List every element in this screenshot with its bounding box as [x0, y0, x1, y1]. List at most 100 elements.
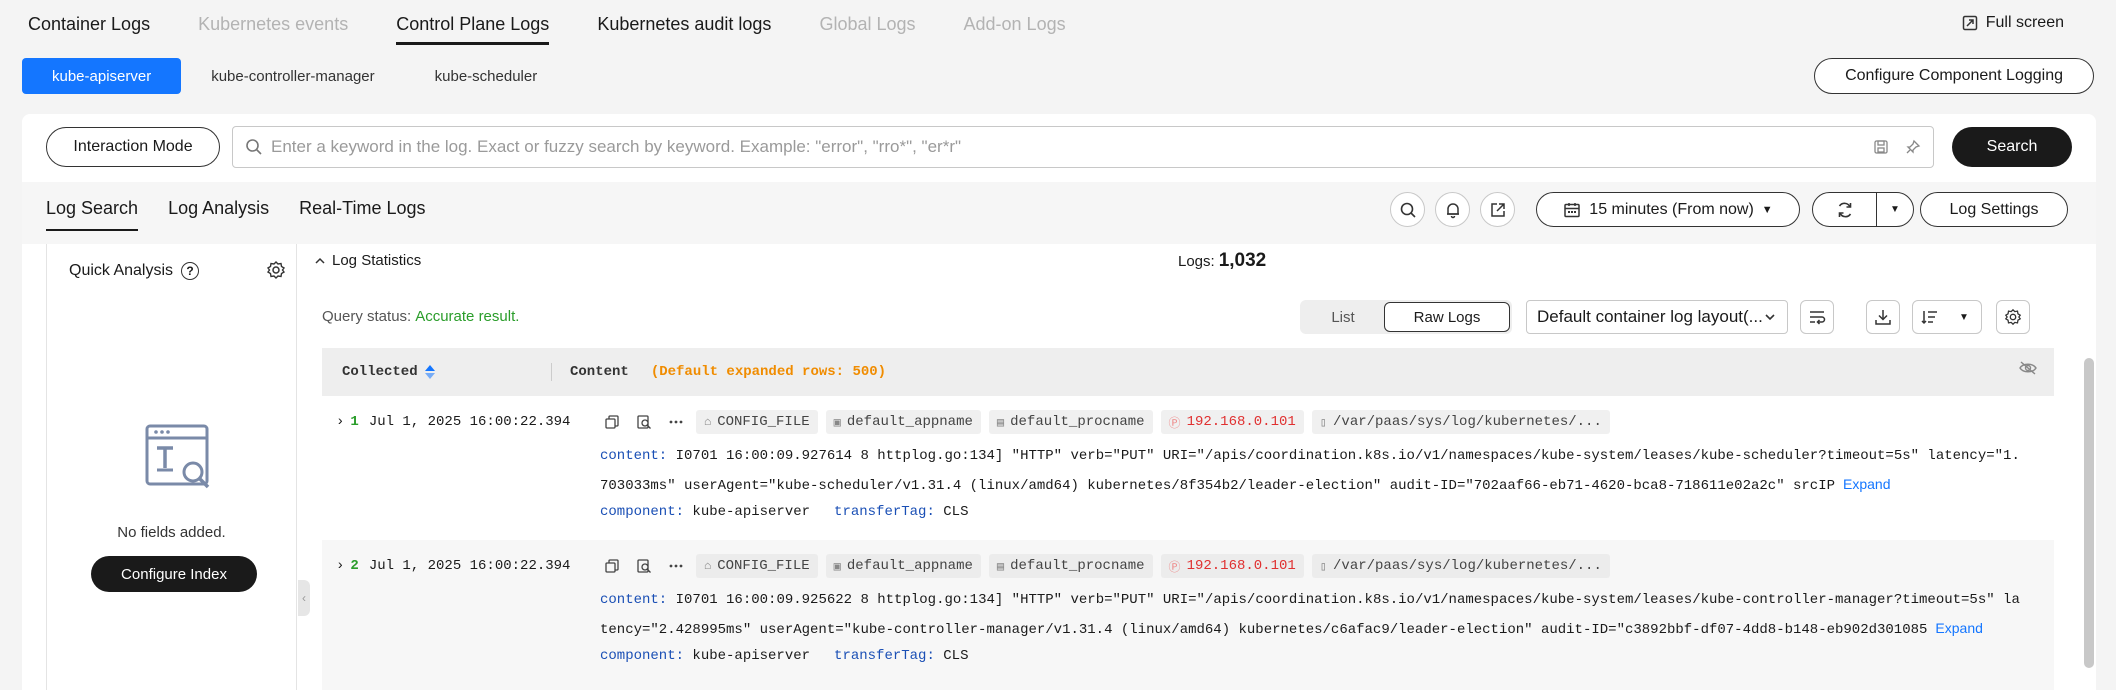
view-list-option[interactable]: List — [1302, 309, 1384, 326]
quick-analysis-title: Quick Analysis ? — [69, 262, 200, 280]
more-icon[interactable] — [664, 554, 688, 578]
transfer-tag-value: CLS — [943, 648, 969, 664]
view-mode-toggle: List Raw Logs — [1300, 300, 1512, 334]
more-icon[interactable] — [664, 410, 688, 434]
tag-source-label: CONFIG_FILE — [717, 558, 810, 574]
sort-button[interactable] — [1913, 301, 1947, 333]
wrap-lines-button[interactable] — [1800, 300, 1834, 334]
transfer-tag-key: transferTag: — [834, 504, 935, 520]
sort-dropdown[interactable]: ▼ — [1947, 301, 1981, 333]
interaction-mode-button[interactable]: Interaction Mode — [46, 127, 220, 167]
collected-column-header[interactable]: Collected — [322, 363, 552, 381]
log-row: › 2 Jul 1, 2025 16:00:22.394 ⌂ CONFIG_FIL… — [322, 540, 2054, 690]
search-icon — [246, 139, 262, 155]
alarm-button[interactable] — [1435, 192, 1470, 227]
context-view-icon[interactable] — [632, 554, 656, 578]
tag-appname[interactable]: ▣ default_appname — [825, 554, 981, 578]
hide-columns-icon[interactable] — [2018, 360, 2038, 381]
refresh-button[interactable] — [1813, 193, 1877, 226]
tag-source[interactable]: ⌂ CONFIG_FILE — [696, 554, 818, 578]
tag-procname-label: default_procname — [1010, 558, 1145, 574]
copy-icon[interactable] — [600, 554, 624, 578]
content-key: content: — [600, 592, 668, 608]
download-button[interactable] — [1866, 300, 1900, 334]
log-table-header: Collected Content (Default expanded rows:… — [322, 348, 2054, 396]
fullscreen-label: Full screen — [1985, 14, 2064, 31]
tab-global-logs[interactable]: Global Logs — [819, 4, 915, 45]
refresh-interval-dropdown[interactable]: ▼ — [1877, 193, 1913, 226]
tag-ip[interactable]: Ⓟ 192.168.0.101 — [1160, 554, 1304, 578]
configure-index-button[interactable]: Configure Index — [91, 556, 257, 592]
tag-appname-label: default_appname — [846, 414, 973, 430]
tab-log-search[interactable]: Log Search — [46, 198, 139, 231]
caret-down-icon: ▼ — [1959, 311, 1969, 323]
logs-count-value: 1,032 — [1218, 250, 1267, 271]
process-icon: ▤ — [996, 559, 1005, 574]
process-icon: ▤ — [996, 415, 1005, 430]
row-time: Jul 1, 2025 16:00:22.394 — [368, 558, 571, 574]
table-settings-button[interactable] — [1996, 300, 2030, 334]
tab-container-logs[interactable]: Container Logs — [28, 4, 150, 45]
tag-source[interactable]: ⌂ CONFIG_FILE — [696, 410, 818, 434]
empty-state-text: No fields added. — [117, 524, 226, 541]
log-panel: Interaction Mode Search Log Search Log A… — [22, 114, 2096, 690]
file-icon: ▯ — [1319, 559, 1328, 574]
tag-ip-label: 192.168.0.101 — [1186, 558, 1296, 574]
calendar-icon — [1564, 202, 1581, 217]
search-button[interactable]: Search — [1952, 127, 2072, 167]
magnifier-icon — [1400, 202, 1416, 218]
tag-procname[interactable]: ▤ default_procname — [988, 554, 1153, 578]
tag-path[interactable]: ▯ /var/paas/sys/log/kubernetes/... — [1311, 554, 1610, 578]
component-kube-scheduler[interactable]: kube-scheduler — [405, 58, 568, 94]
component-value: kube-apiserver — [692, 504, 811, 520]
fullscreen-icon — [1962, 15, 1977, 31]
time-range-picker[interactable]: 15 minutes (From now) ▼ — [1536, 192, 1800, 227]
caret-down-icon: ▼ — [1761, 203, 1773, 216]
gear-icon[interactable] — [266, 260, 286, 285]
help-icon[interactable]: ? — [181, 262, 200, 280]
fullscreen-button[interactable]: Full screen — [1962, 14, 2064, 32]
tag-path[interactable]: ▯ /var/paas/sys/log/kubernetes/... — [1311, 410, 1610, 434]
tab-add-on-logs[interactable]: Add-on Logs — [964, 4, 1066, 45]
quick-analysis-label: Quick Analysis — [69, 262, 174, 279]
component-key: component: — [600, 648, 685, 664]
expand-link[interactable]: Expand — [1935, 620, 1982, 636]
export-button[interactable] — [1480, 192, 1515, 227]
search-tool-button[interactable] — [1390, 192, 1425, 227]
tag-appname[interactable]: ▣ default_appname — [825, 410, 981, 434]
search-input[interactable] — [271, 137, 1869, 157]
sort-group: ▼ — [1912, 300, 1982, 334]
component-kube-apiserver[interactable]: kube-apiserver — [22, 58, 182, 94]
row-content: content: I0701 16:00:09.927614 8 httplog… — [600, 442, 2020, 500]
tab-kubernetes-events[interactable]: Kubernetes events — [198, 4, 348, 45]
pin-icon[interactable] — [1901, 135, 1925, 159]
chevron-right-icon[interactable]: › — [336, 414, 344, 430]
component-kube-controller-manager[interactable]: kube-controller-manager — [181, 58, 404, 94]
context-view-icon[interactable] — [632, 410, 656, 434]
tab-kubernetes-audit-logs[interactable]: Kubernetes audit logs — [597, 4, 771, 45]
vertical-scrollbar[interactable] — [2084, 358, 2094, 668]
tag-procname-label: default_procname — [1010, 414, 1145, 430]
log-layout-select[interactable]: Default container log layout(... — [1526, 300, 1788, 334]
expand-link[interactable]: Expand — [1843, 476, 1890, 492]
tab-log-analysis[interactable]: Log Analysis — [168, 198, 269, 227]
tag-procname[interactable]: ▤ default_procname — [988, 410, 1153, 434]
collapse-sidebar-handle[interactable]: ‹ — [298, 580, 310, 616]
component-selector: kube-apiserver kube-controller-manager k… — [22, 58, 2094, 94]
chevron-down-icon — [1765, 314, 1775, 321]
copy-icon[interactable] — [600, 410, 624, 434]
save-query-icon[interactable] — [1869, 135, 1893, 159]
chevron-right-icon[interactable]: › — [336, 558, 344, 574]
view-raw-logs-option[interactable]: Raw Logs — [1384, 302, 1510, 332]
log-statistics-toggle[interactable]: Log Statistics — [314, 252, 421, 269]
chevron-up-icon — [315, 257, 325, 264]
app-icon: ▣ — [833, 415, 841, 430]
log-settings-button[interactable]: Log Settings — [1920, 192, 2068, 227]
collected-header-label: Collected — [342, 364, 418, 380]
tab-real-time-logs[interactable]: Real-Time Logs — [299, 198, 425, 227]
row-meta: component: kube-apiserver transferTag: CL… — [600, 642, 969, 670]
tag-ip[interactable]: Ⓟ 192.168.0.101 — [1160, 410, 1304, 434]
tab-control-plane-logs[interactable]: Control Plane Logs — [396, 4, 550, 45]
row-meta: component: kube-apiserver transferTag: CL… — [600, 498, 969, 526]
configure-component-logging-button[interactable]: Configure Component Logging — [1814, 58, 2094, 94]
